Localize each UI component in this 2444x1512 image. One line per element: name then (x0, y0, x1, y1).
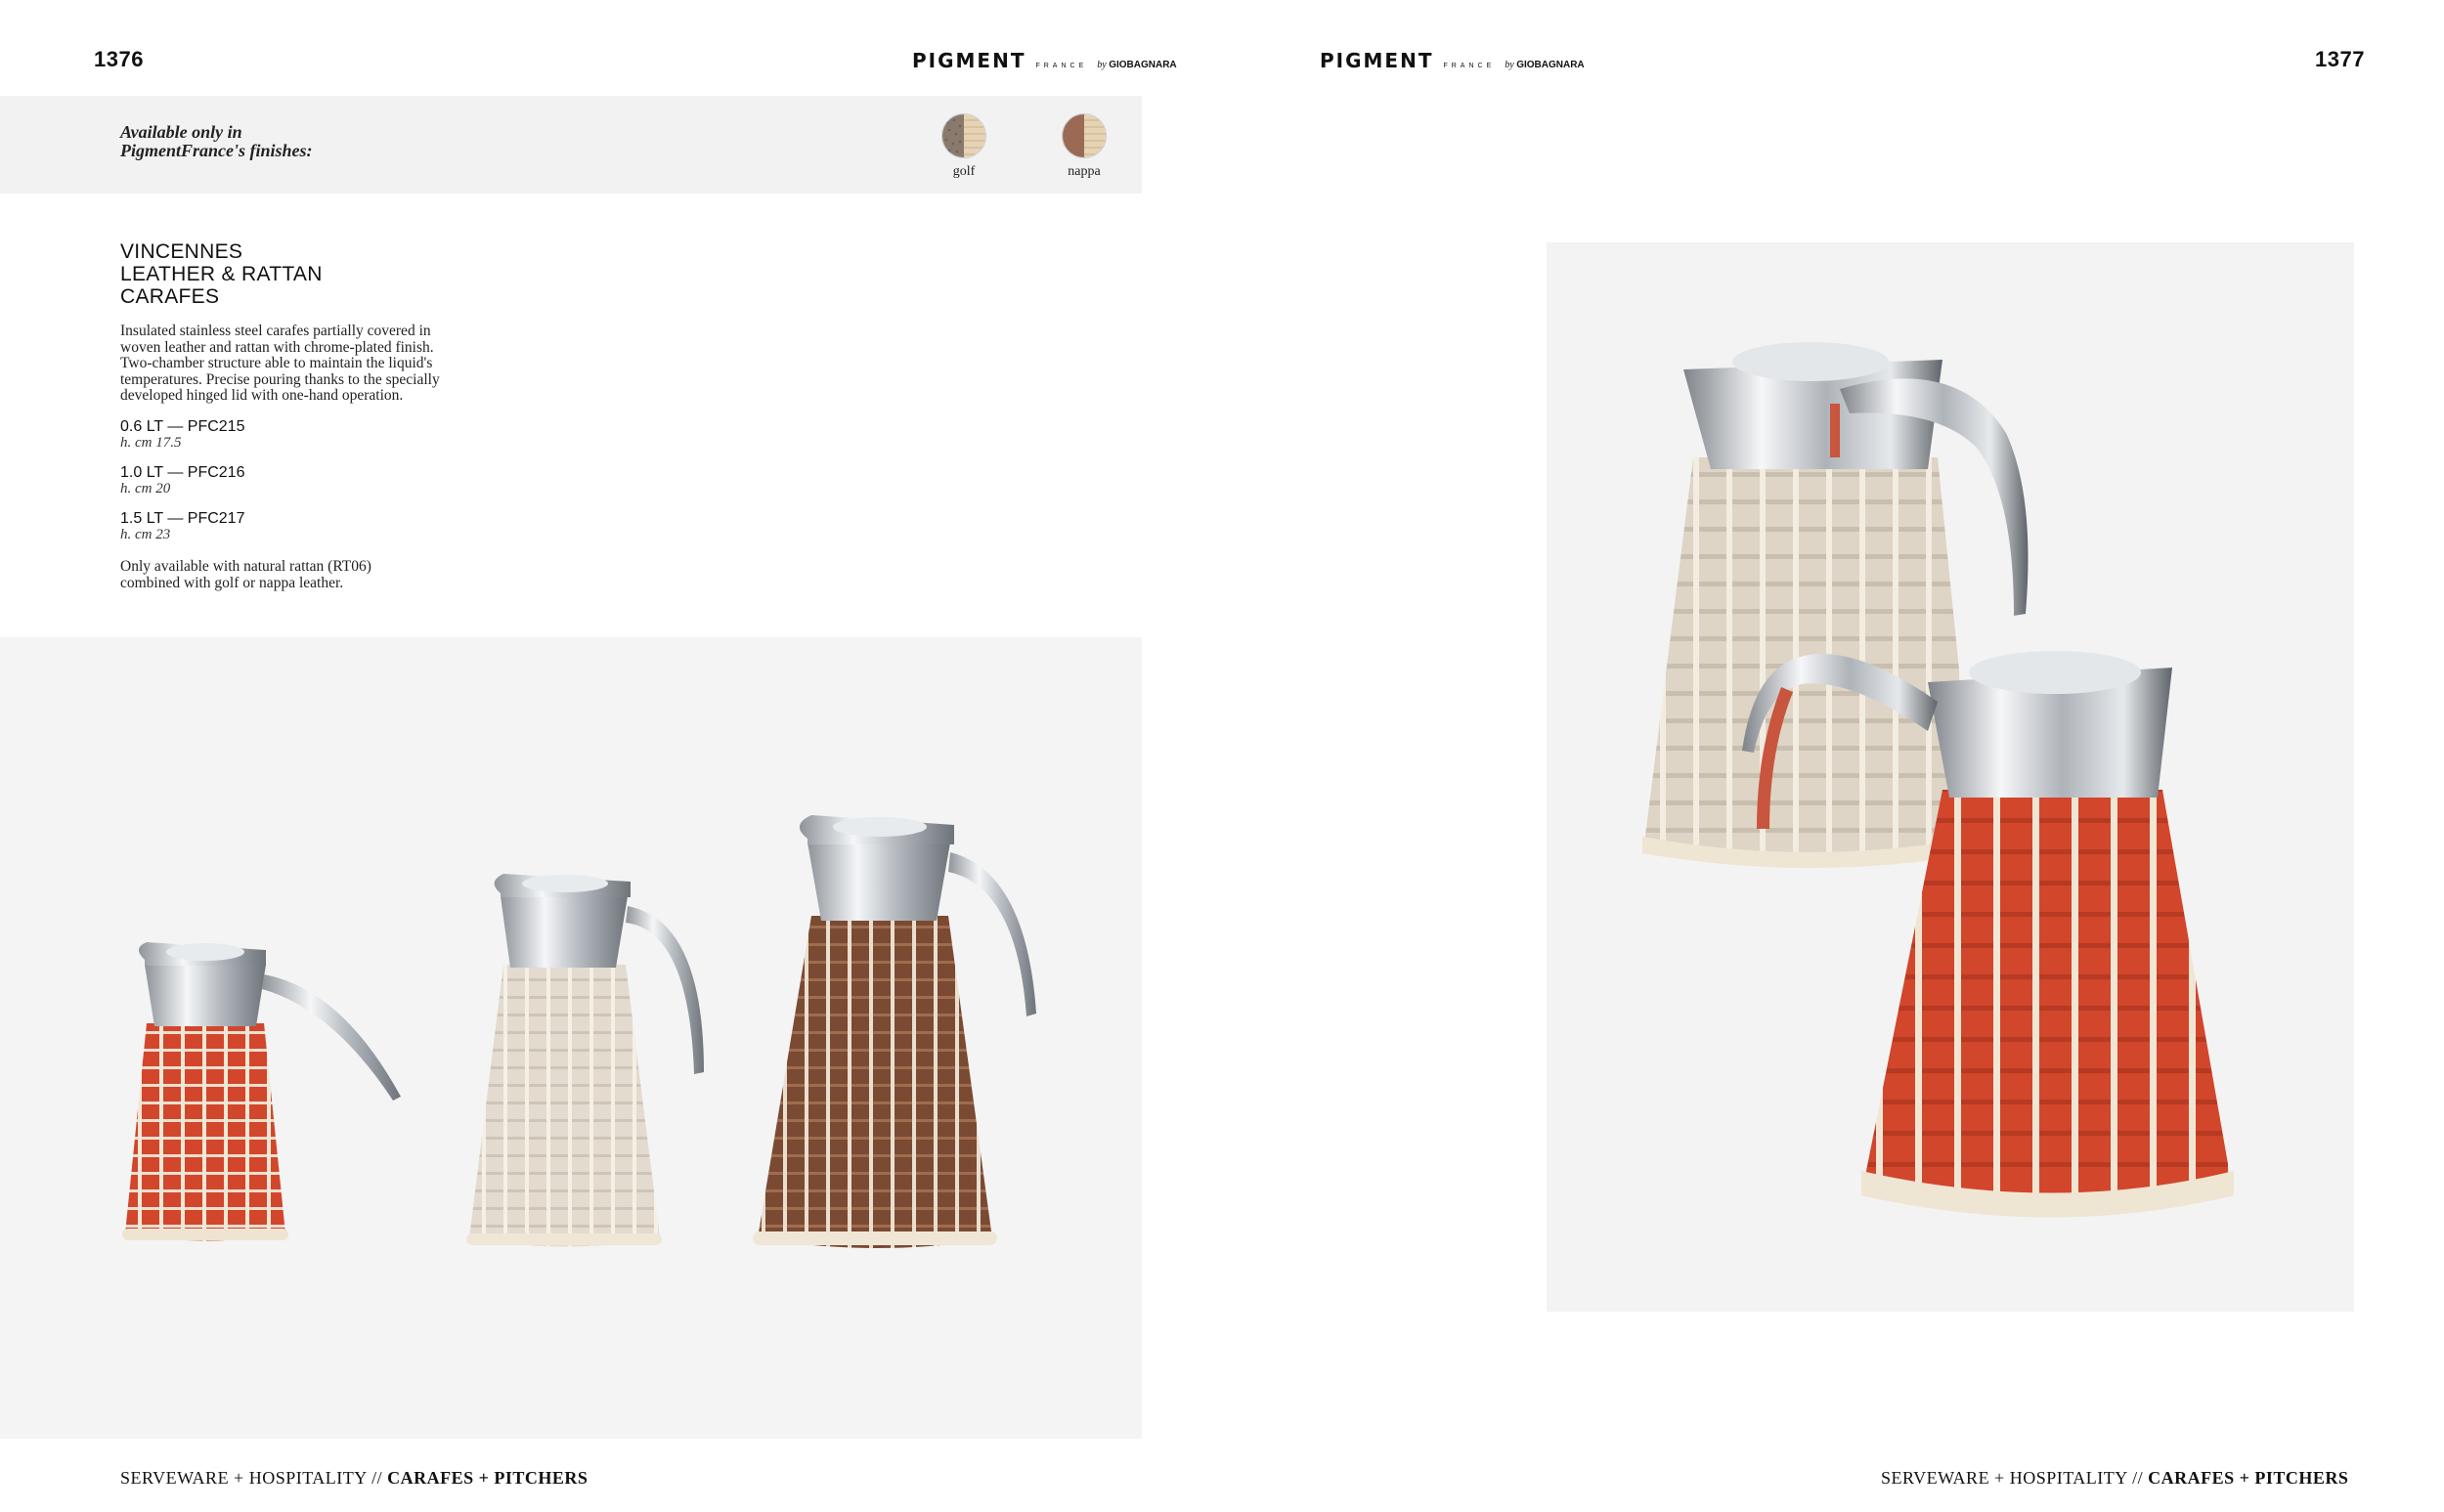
variant-height: h. cm 20 (120, 480, 171, 497)
footer-category: CARAFES + PITCHERS (387, 1468, 589, 1488)
finishes-bar: Available only in PigmentFrance's finish… (0, 96, 1142, 194)
variant-code: 1.5 LT — PFC217 (120, 509, 245, 527)
product-info: VINCENNES LEATHER & RATTAN CARAFES Insul… (120, 240, 531, 591)
brand-logo-left: PIGMENT FRANCE by GIOBAGNARA (912, 49, 1177, 72)
swatch-nappa: nappa (1062, 113, 1107, 180)
product-description: Insulated stainless steel carafes partia… (120, 323, 440, 404)
golf-swatch-icon (941, 113, 986, 158)
footer-category: CARAFES + PITCHERS (2148, 1468, 2349, 1488)
page-number-left: 1376 (94, 47, 144, 71)
variant-code: 0.6 LT — PFC215 (120, 417, 245, 435)
brand-by: by GIOBAGNARA (1097, 60, 1177, 70)
brand-sub: FRANCE (1443, 63, 1496, 69)
variant-item: 0.6 LT — PFC215 h. cm 17.5 (120, 418, 531, 451)
swatch-label: golf (952, 164, 976, 179)
variant-code: 1.0 LT — PFC216 (120, 463, 245, 481)
swatch-golf: golf (941, 113, 986, 180)
swatch-label: nappa (1068, 164, 1101, 179)
product-title: VINCENNES LEATHER & RATTAN CARAFES (120, 240, 323, 308)
product-photo-two-carafes (1547, 242, 2354, 1312)
brand-name: PIGMENT (912, 49, 1026, 72)
brand-sub: FRANCE (1035, 63, 1088, 69)
page-number-right: 1377 (2315, 47, 2365, 71)
footer-right: SERVEWARE + HOSPITALITY // CARAFES + PIT… (1881, 1468, 2348, 1489)
variant-height: h. cm 23 (120, 526, 171, 542)
brand-name: PIGMENT (1320, 49, 1434, 72)
footer-left: SERVEWARE + HOSPITALITY // CARAFES + PIT… (120, 1468, 588, 1489)
variant-height: h. cm 17.5 (120, 434, 182, 451)
footer-section: SERVEWARE + HOSPITALITY // (120, 1468, 383, 1488)
footer-section: SERVEWARE + HOSPITALITY // (1881, 1468, 2144, 1488)
product-photo-three-carafes (0, 637, 1142, 1439)
variant-item: 1.5 LT — PFC217 h. cm 23 (120, 510, 531, 542)
finishes-title: Available only in PigmentFrance's finish… (120, 122, 313, 160)
carafe-large-brown (753, 815, 1036, 1248)
variant-item: 1.0 LT — PFC216 h. cm 20 (120, 464, 531, 497)
brand-logo-right: PIGMENT FRANCE by GIOBAGNARA (1320, 49, 1585, 72)
brand-by: by GIOBAGNARA (1505, 60, 1585, 70)
carafe-small-red (122, 942, 401, 1241)
nappa-swatch-icon (1062, 113, 1107, 158)
carafe-medium-cream (466, 874, 704, 1247)
product-note: Only available with natural rattan (RT06… (120, 557, 371, 591)
